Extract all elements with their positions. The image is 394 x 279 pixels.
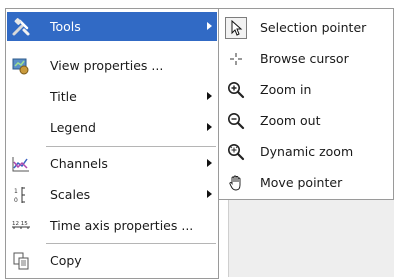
menu-separator: [46, 243, 216, 244]
submenu-item-label: Selection pointer: [260, 20, 367, 35]
time-axis-icon-text: 12 15: [12, 221, 28, 227]
submenu-arrow-icon: [207, 123, 212, 131]
submenu-item-label: Browse cursor: [260, 51, 349, 66]
tools-icon: [11, 17, 31, 37]
dynamic-zoom-icon: [225, 141, 247, 163]
submenu-item-label: Zoom in: [260, 82, 312, 97]
submenu-arrow-icon: [207, 92, 212, 100]
menu-item-label: Tools: [50, 19, 81, 34]
view-properties-icon: [11, 56, 31, 76]
background-panel: [228, 196, 394, 277]
svg-text:1: 1: [14, 188, 18, 195]
menu-item-label: Scales: [50, 187, 91, 202]
menu-item-label: Channels: [50, 156, 108, 171]
menu-item-label: Title: [50, 89, 77, 104]
submenu-item-label: Move pointer: [260, 175, 343, 190]
zoom-out-icon: [225, 110, 247, 132]
selection-pointer-icon: [225, 17, 247, 39]
menu-item-scales[interactable]: 1 0 Scales: [7, 180, 217, 209]
menu-separator: [46, 146, 216, 147]
menu-item-label: View properties ...: [50, 58, 164, 73]
tools-submenu: Selection pointer Browse cursor Zoom in: [218, 8, 394, 200]
svg-text:0: 0: [14, 197, 18, 204]
context-menu: Tools View properties ... Title Legend C…: [5, 8, 219, 279]
menu-item-channels[interactable]: Channels: [7, 149, 217, 178]
menu-item-view-properties[interactable]: View properties ...: [7, 51, 217, 80]
menu-item-time-axis-properties[interactable]: 12 15 Time axis properties ...: [7, 211, 217, 240]
submenu-item-selection-pointer[interactable]: Selection pointer: [220, 12, 392, 43]
submenu-item-label: Dynamic zoom: [260, 144, 354, 159]
time-axis-icon: 12 15: [11, 216, 31, 236]
zoom-in-icon: [225, 79, 247, 101]
submenu-item-zoom-in[interactable]: Zoom in: [220, 74, 392, 105]
submenu-item-label: Zoom out: [260, 113, 321, 128]
menu-item-tools[interactable]: Tools: [7, 12, 217, 41]
submenu-item-zoom-out[interactable]: Zoom out: [220, 105, 392, 136]
submenu-arrow-icon: [207, 159, 212, 167]
menu-item-legend[interactable]: Legend: [7, 113, 217, 142]
submenu-item-browse-cursor[interactable]: Browse cursor: [220, 43, 392, 74]
submenu-arrow-icon: [207, 190, 212, 198]
menu-item-copy[interactable]: Copy: [7, 246, 217, 275]
menu-item-title[interactable]: Title: [7, 82, 217, 111]
submenu-arrow-icon: [207, 22, 212, 30]
menu-item-label: Legend: [50, 120, 96, 135]
scales-icon: 1 0: [11, 185, 31, 205]
browse-cursor-icon: [225, 48, 247, 70]
submenu-item-move-pointer[interactable]: Move pointer: [220, 167, 392, 198]
copy-icon: [11, 251, 31, 271]
menu-item-label: Time axis properties ...: [50, 218, 194, 233]
channels-icon: [11, 154, 31, 174]
menu-item-label: Copy: [50, 253, 82, 268]
submenu-item-dynamic-zoom[interactable]: Dynamic zoom: [220, 136, 392, 167]
move-pointer-icon: [225, 172, 247, 194]
